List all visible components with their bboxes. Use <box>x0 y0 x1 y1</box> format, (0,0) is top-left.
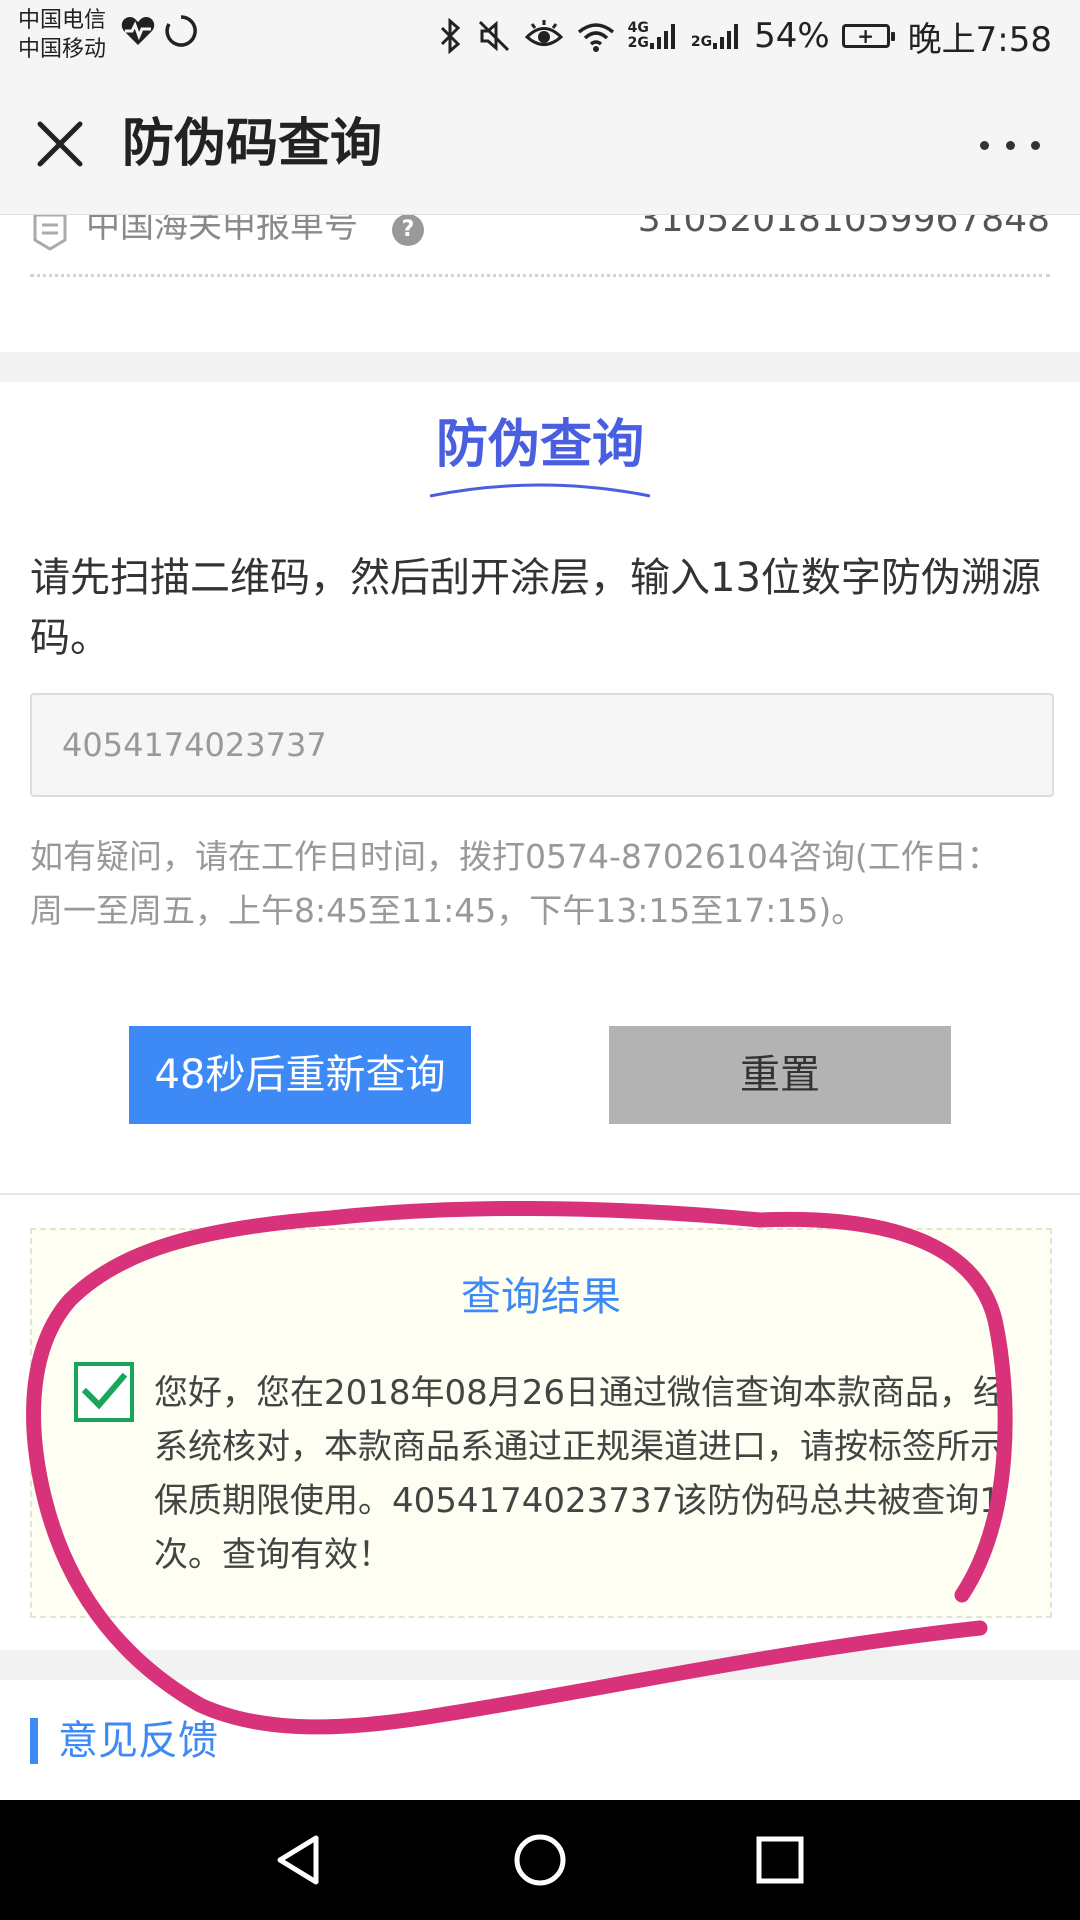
query-result-box: 查询结果 您好，您在2018年08月26日通过微信查询本款商品，经系统核对，本款… <box>30 1228 1052 1618</box>
back-triangle-icon[interactable] <box>270 1830 330 1890</box>
battery-icon: + <box>841 24 895 48</box>
result-message: 您好，您在2018年08月26日通过微信查询本款商品，经系统核对，本款商品系通过… <box>154 1373 1008 1575</box>
result-title: 查询结果 <box>461 1274 621 1320</box>
status-icons: 4G 2G 2G 54% + 晚上7:58 <box>438 0 1052 72</box>
heart-rate-icon <box>121 17 155 45</box>
document-shield-icon <box>33 213 67 251</box>
signal-2g: 2G <box>691 21 742 51</box>
reset-button[interactable]: 重置 <box>609 1026 951 1124</box>
signal-4g: 4G 2G <box>628 21 679 51</box>
close-icon[interactable] <box>32 116 88 172</box>
more-options-icon[interactable] <box>980 130 1040 160</box>
bluetooth-icon <box>440 18 460 54</box>
carrier-1: 中国电信 <box>18 8 107 33</box>
contact-help-text: 如有疑问，请在工作日时间，拨打0574-87026104咨询(工作日：周一至周五… <box>30 837 1000 930</box>
loading-circle-icon <box>165 15 197 47</box>
recents-square-icon[interactable] <box>750 1830 810 1890</box>
anti-counterfeit-code-input[interactable] <box>30 693 1054 797</box>
signal-bars-icon <box>713 24 739 49</box>
carrier-2: 中国移动 <box>18 37 107 62</box>
annotation-circle <box>26 1200 1013 1735</box>
section-separator <box>0 352 1080 382</box>
requery-countdown-button[interactable]: 48秒后重新查询 <box>129 1026 471 1124</box>
home-circle-icon[interactable] <box>510 1830 570 1890</box>
divider <box>0 1193 1080 1195</box>
system-navigation-bar <box>0 1800 1080 1920</box>
mute-icon <box>478 20 509 52</box>
wifi-icon <box>577 23 614 52</box>
help-question-icon[interactable]: ? <box>392 214 424 246</box>
anti-counterfeit-title: 防伪查询 <box>435 415 644 475</box>
page-title: 防伪码查询 <box>122 114 383 174</box>
section-separator <box>0 1650 1080 1680</box>
battery-percent: 54% <box>754 16 830 56</box>
carrier-names: 中国电信 中国移动 <box>18 6 106 64</box>
scan-instructions: 请先扫描二维码，然后刮开涂层，输入13位数字防伪溯源码。 <box>30 555 1041 661</box>
clock: 晚上7:58 <box>907 19 1052 60</box>
signal-bars-icon <box>649 24 675 49</box>
eye-comfort-icon <box>524 20 563 46</box>
nav-header: 防伪码查询 <box>0 72 1080 215</box>
checkmark-icon <box>74 1362 134 1422</box>
feedback-link[interactable]: 意见反馈 <box>30 1718 218 1764</box>
customs-declaration-row: 中国海关申报单号 ? 310520181059967848 <box>30 206 1050 277</box>
title-underline <box>429 483 651 498</box>
status-bar: 中国电信 中国移动 4G 2G 2G 54% + 晚上7:58 <box>0 0 1080 72</box>
